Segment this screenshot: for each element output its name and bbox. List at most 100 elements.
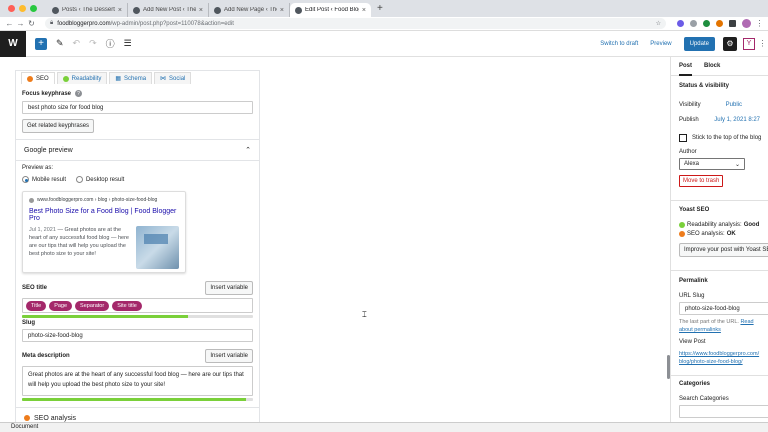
- more-options-icon[interactable]: ⋮: [757, 39, 768, 48]
- meta-description-label: Meta description: [22, 353, 70, 359]
- info-icon[interactable]: ⓘ: [106, 37, 115, 50]
- improve-post-button[interactable]: Improve your post with Yoast SEO: [679, 243, 768, 257]
- favicon-icon: [29, 197, 34, 203]
- tab-title: Add New Post ‹ The Dessert F: [143, 7, 196, 13]
- browser-tab[interactable]: Add New Post ‹ The Dessert F×: [128, 3, 209, 17]
- seo-status-icon: [27, 75, 33, 82]
- seo-status-icon: [24, 415, 30, 421]
- url-slug-input[interactable]: photo-size-food-blog: [679, 302, 768, 315]
- extension-icon[interactable]: [716, 20, 723, 27]
- seo-title-input[interactable]: Title Page Separator Site title: [22, 298, 253, 313]
- browser-tab[interactable]: Add New Page ‹ The Dessert×: [209, 3, 290, 17]
- author-label: Author: [679, 149, 697, 155]
- seo-analysis-title: SEO analysis: [34, 414, 77, 422]
- schema-grid-icon: ▦: [115, 76, 122, 82]
- browser-tab-active[interactable]: Edit Post ‹ Food Blogger Pro —×: [290, 3, 371, 17]
- list-view-icon[interactable]: ☰: [124, 38, 132, 49]
- help-icon[interactable]: ?: [75, 90, 83, 97]
- update-button[interactable]: Update: [683, 36, 715, 51]
- categories-panel: Categories Search Categories: [671, 376, 768, 418]
- author-value: Alexa: [684, 161, 700, 167]
- edit-pencil-icon[interactable]: ✎: [56, 38, 64, 49]
- yoast-tabs: SEO Readability ▦ Schema ⋈ Social: [21, 71, 259, 84]
- view-post-link[interactable]: https://www.foodbloggerpro.com/blog/phot…: [679, 350, 760, 366]
- switch-to-draft-button[interactable]: Switch to draft: [600, 41, 638, 47]
- back-arrow-icon[interactable]: ←: [4, 19, 15, 28]
- tab-seo[interactable]: SEO: [21, 72, 55, 84]
- variable-chip[interactable]: Title: [26, 300, 47, 311]
- google-preview-header[interactable]: Google preview ⌃: [16, 139, 259, 161]
- variable-chip[interactable]: Page: [49, 300, 73, 311]
- insert-variable-button[interactable]: Insert variable: [205, 281, 253, 295]
- panel-title[interactable]: Status & visibility: [679, 83, 760, 89]
- extension-icon[interactable]: [690, 20, 697, 27]
- tab-post[interactable]: Post: [679, 57, 692, 76]
- tab-readability[interactable]: Readability: [56, 72, 108, 84]
- move-to-trash-button[interactable]: Move to trash: [679, 175, 724, 187]
- tab-block[interactable]: Block: [704, 63, 720, 69]
- wordpress-logo-icon[interactable]: W: [0, 30, 26, 57]
- close-tab-icon[interactable]: ×: [362, 7, 366, 14]
- snippet-url-text: www.foodbloggerpro.com › blog › photo-si…: [37, 197, 158, 203]
- ok-status-icon: [679, 231, 685, 237]
- meta-description-input[interactable]: Great photos are at the heart of any suc…: [22, 366, 253, 396]
- reload-icon[interactable]: ↻: [26, 19, 37, 28]
- author-select[interactable]: Alexa ⌄: [679, 158, 745, 170]
- new-tab-button[interactable]: +: [371, 3, 383, 17]
- avatar[interactable]: [742, 19, 751, 28]
- slug-input[interactable]: photo-size-food-blog: [22, 329, 253, 342]
- visibility-value[interactable]: Public: [726, 102, 742, 108]
- minimize-window-button[interactable]: [19, 5, 26, 12]
- panel-title[interactable]: Yoast SEO: [679, 207, 760, 213]
- add-block-button[interactable]: +: [35, 37, 47, 50]
- undo-icon[interactable]: ↶: [73, 38, 81, 49]
- settings-gear-icon[interactable]: ⚙: [723, 36, 737, 51]
- stick-to-top-checkbox[interactable]: [679, 134, 687, 142]
- tab-schema[interactable]: ▦ Schema: [109, 72, 153, 84]
- good-status-icon: [679, 222, 685, 228]
- star-icon[interactable]: ☆: [656, 20, 661, 27]
- get-related-keyphrases-button[interactable]: Get related keyphrases: [22, 119, 95, 133]
- publish-value[interactable]: July 1, 2021 8:27: [714, 117, 760, 123]
- seo-analysis-header[interactable]: SEO analysis: [16, 407, 259, 422]
- google-preview-title: Google preview: [24, 146, 73, 154]
- close-tab-icon[interactable]: ×: [118, 7, 122, 14]
- preview-button[interactable]: Preview: [650, 41, 671, 47]
- forward-arrow-icon[interactable]: →: [15, 19, 26, 28]
- chevron-up-icon[interactable]: ⌃: [245, 146, 251, 154]
- readability-status: Readability analysis: Good: [679, 222, 760, 228]
- url-path: /wp-admin/post.php?post=110078&action=ed…: [110, 20, 234, 27]
- insert-variable-button[interactable]: Insert variable: [205, 349, 253, 363]
- google-snippet-preview[interactable]: www.foodbloggerpro.com › blog › photo-si…: [22, 191, 186, 273]
- redo-icon[interactable]: ↷: [89, 38, 97, 49]
- close-tab-icon[interactable]: ×: [280, 7, 284, 14]
- focus-keyphrase-input[interactable]: best photo size for food blog: [22, 101, 253, 114]
- url-input[interactable]: 🔒︎ foodbloggerpro.com/wp-admin/post.php?…: [45, 18, 666, 29]
- desktop-result-radio[interactable]: Desktop result: [75, 176, 125, 183]
- search-categories-input[interactable]: [679, 405, 768, 418]
- maximize-window-button[interactable]: [30, 5, 37, 12]
- variable-chip[interactable]: Site title: [112, 300, 142, 311]
- browser-tab[interactable]: Posts ‹ The Dessert Food Blog×: [47, 3, 128, 17]
- extension-icon[interactable]: [677, 20, 684, 27]
- view-post-label: View Post: [679, 339, 706, 345]
- radio-label: Desktop result: [85, 176, 125, 183]
- yoast-seo-panel: Yoast SEO Readability analysis: Good SEO …: [671, 201, 768, 271]
- close-tab-icon[interactable]: ×: [199, 7, 203, 14]
- meta-description-row: Meta description Insert variable Great p…: [22, 349, 253, 401]
- tab-title: Add New Page ‹ The Dessert: [224, 7, 277, 13]
- mobile-result-radio[interactable]: Mobile result: [22, 176, 66, 183]
- yoast-icon[interactable]: Y: [743, 37, 755, 50]
- puzzle-icon[interactable]: [729, 20, 736, 27]
- url-host: foodbloggerpro.com: [57, 20, 111, 27]
- panel-title[interactable]: Categories: [679, 381, 760, 387]
- close-window-button[interactable]: [8, 5, 15, 12]
- menu-dots-icon[interactable]: ⋮: [754, 19, 765, 28]
- panel-title[interactable]: Permalink: [679, 278, 760, 284]
- variable-chip[interactable]: Separator: [75, 300, 110, 311]
- visibility-row: Visibility Public: [679, 102, 760, 108]
- mouse-cursor-icon: ⌶: [362, 310, 367, 319]
- tab-social[interactable]: ⋈ Social: [154, 72, 192, 84]
- extension-icon[interactable]: [703, 20, 710, 27]
- browser-tab-bar: Posts ‹ The Dessert Food Blog× Add New P…: [0, 0, 768, 17]
